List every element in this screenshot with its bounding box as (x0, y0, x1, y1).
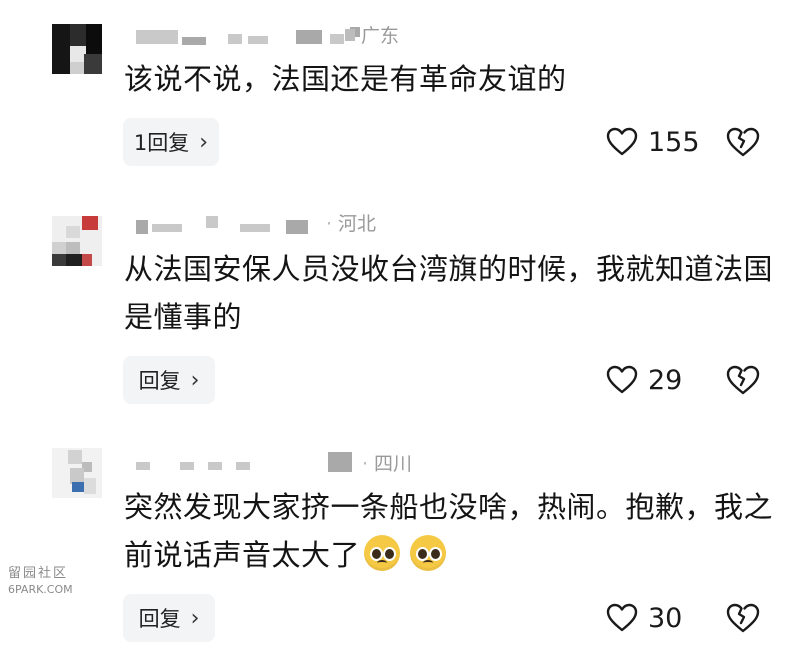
dislike-button[interactable] (726, 118, 760, 166)
broken-heart-icon (726, 603, 760, 633)
location-label: · 河北 (326, 213, 377, 235)
chevron-right-icon: › (190, 367, 200, 393)
broken-heart-icon (726, 127, 760, 157)
pleading-face-emoji-icon (410, 535, 447, 571)
like-count: 30 (648, 602, 683, 634)
like-count: 29 (648, 364, 683, 396)
location-label: · 四川 (362, 453, 413, 475)
username[interactable] (136, 212, 326, 236)
pleading-face-emoji-icon (364, 535, 401, 571)
broken-heart-icon (726, 365, 760, 395)
comment-text: 从法国安保人员没收台湾旗的时候，我就知道法国是懂事的 (124, 252, 774, 334)
reply-label: 回复 (138, 369, 181, 393)
chevron-right-icon: › (199, 129, 209, 155)
reply-button[interactable]: 回复 › (123, 594, 215, 642)
heart-outline-icon (606, 127, 638, 156)
like-button[interactable]: 155 (606, 118, 700, 166)
chevron-right-icon: › (190, 605, 200, 631)
comment-text: 突然发现大家挤一条船也没啥，热闹。抱歉，我之前说话声音太大了 (124, 490, 774, 572)
username[interactable] (136, 450, 366, 474)
reply-label: 回复 (138, 607, 181, 631)
avatar[interactable] (52, 24, 102, 74)
heart-outline-icon (606, 365, 638, 394)
avatar[interactable] (52, 216, 102, 266)
heart-outline-icon (606, 603, 638, 632)
location-label: 广东 (345, 21, 399, 48)
dislike-button[interactable] (726, 594, 760, 642)
like-count: 155 (648, 126, 700, 158)
like-button[interactable]: 29 (606, 356, 682, 404)
reply-button[interactable]: 回复 › (123, 356, 215, 404)
reply-label: 1回复 (133, 131, 190, 155)
dislike-button[interactable] (726, 356, 760, 404)
like-button[interactable]: 30 (606, 594, 682, 642)
username[interactable] (136, 24, 366, 48)
comment-text: 该说不说，法国还是有革命友谊的 (124, 62, 567, 96)
reply-button[interactable]: 1回复 › (123, 118, 219, 166)
site-watermark: 留园社区 6PARK.COM (8, 566, 73, 596)
avatar[interactable] (52, 448, 102, 498)
